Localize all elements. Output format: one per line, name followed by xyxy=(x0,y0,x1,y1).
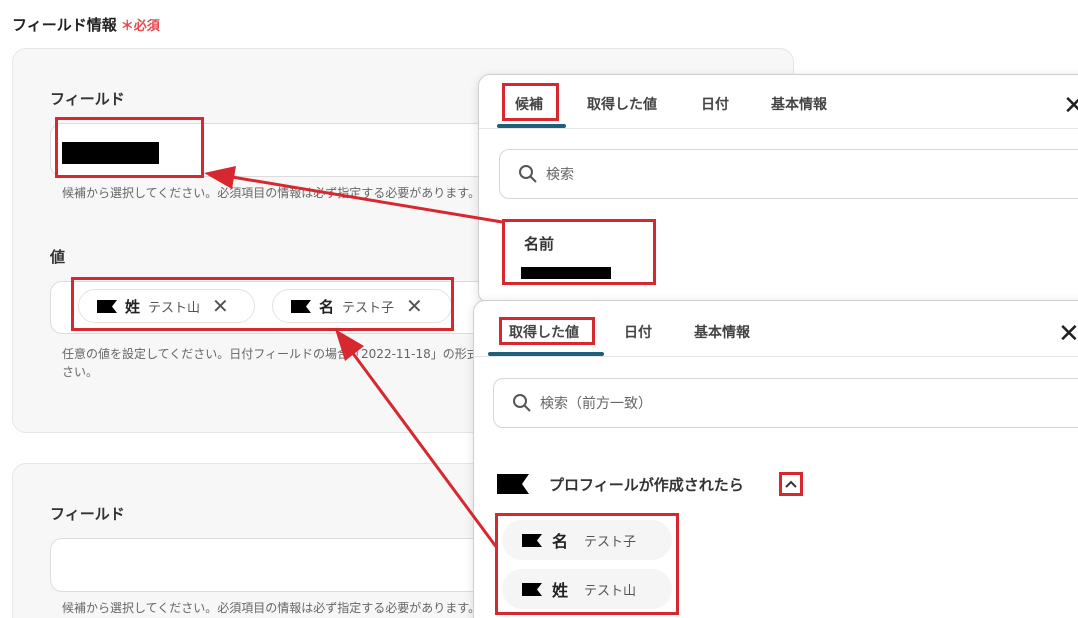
chevron-up-icon[interactable] xyxy=(779,472,803,496)
required-mark: ＊ xyxy=(120,19,134,34)
search-input[interactable]: 検索（前方一致） xyxy=(493,378,1078,428)
highlight-candidate-item xyxy=(502,219,656,285)
highlight-fetched-tab xyxy=(499,317,595,345)
highlight-value-chips xyxy=(71,277,454,331)
close-icon[interactable]: ✕ xyxy=(1063,93,1078,119)
required-badge: ＊必須 xyxy=(121,19,160,34)
close-icon[interactable]: ✕ xyxy=(1058,321,1078,347)
tab-basic-info[interactable]: 基本情報 xyxy=(771,94,827,114)
value-help-text-2: さい。 xyxy=(62,365,99,379)
field-select-2[interactable] xyxy=(50,538,510,592)
search-icon xyxy=(513,394,531,412)
search-icon xyxy=(519,165,537,183)
section-title-text: フィールド情報 xyxy=(12,16,117,34)
required-label: 必須 xyxy=(133,19,160,34)
tab-date[interactable]: 日付 xyxy=(701,94,729,114)
flag-icon xyxy=(497,474,529,494)
search-input[interactable]: 検索 xyxy=(499,149,1078,199)
field-label-2: フィールド xyxy=(50,505,125,523)
value-label: 値 xyxy=(50,248,66,266)
search-placeholder: 検索（前方一致） xyxy=(540,396,652,412)
field-help-text: 候補から選択してください。必須項目の情報は必ず指定する必要があります。 xyxy=(62,186,481,200)
field-label: フィールド xyxy=(50,90,125,108)
group-title: プロフィールが作成されたら xyxy=(549,476,744,494)
highlight-field-select xyxy=(55,117,204,178)
tabs-divider xyxy=(474,356,1078,357)
field-help-text-2: 候補から選択してください。必須項目の情報は必ず指定する必要があります。 xyxy=(62,601,481,615)
highlight-fetched-items xyxy=(495,513,679,615)
value-help-text: 任意の値を設定してください。日付フィールドの場合「2022-11-18」の形式で… xyxy=(62,347,474,361)
tab-fetched-values[interactable]: 取得した値 xyxy=(587,94,657,114)
tabs-divider xyxy=(479,128,1078,129)
section-title: フィールド情報 ＊必須 xyxy=(12,14,160,35)
tab-date[interactable]: 日付 xyxy=(624,322,652,342)
highlight-candidate-tab xyxy=(502,83,559,121)
tab-basic-info[interactable]: 基本情報 xyxy=(694,322,750,342)
search-placeholder: 検索 xyxy=(546,167,574,183)
